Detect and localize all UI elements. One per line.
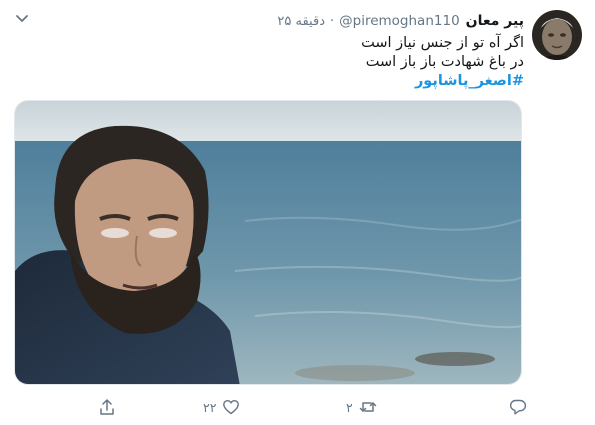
- tweet-text-line-2: در باغ شهادت باز باز است: [365, 54, 524, 70]
- tweet-text-line-1: اگر آه تو از جنس نیاز است: [361, 35, 524, 51]
- share-icon: [100, 399, 114, 415]
- retweet-button[interactable]: ۲: [346, 395, 377, 419]
- author-avatar[interactable]: [532, 10, 582, 60]
- header-separator: ·: [330, 13, 335, 29]
- tweet-card: ۲۵ دقیقه · @piremoghan110 پیر معان اگر آ…: [0, 0, 595, 425]
- heart-icon: [223, 400, 240, 415]
- tweet-timestamp[interactable]: ۲۵ دقیقه: [277, 14, 325, 29]
- share-button[interactable]: [98, 395, 116, 419]
- tweet-text: اگر آه تو از جنس نیاز است در باغ شهادت ب…: [84, 34, 524, 91]
- avatar-image: [532, 10, 582, 60]
- tweet-actions: ۲۲ ۲: [0, 393, 595, 421]
- photo-man-by-sea: [15, 101, 521, 384]
- hashtag-link[interactable]: #اصغر_پاشاپور: [84, 72, 524, 91]
- reply-button[interactable]: [503, 395, 527, 419]
- retweet-icon: [359, 402, 376, 412]
- like-button[interactable]: ۲۲: [203, 395, 240, 419]
- author-name[interactable]: پیر معان: [466, 13, 524, 29]
- author-handle[interactable]: @piremoghan110: [339, 13, 460, 29]
- tweet-photo[interactable]: [14, 100, 522, 385]
- like-count: ۲۲: [203, 399, 217, 415]
- retweet-count: ۲: [346, 399, 353, 415]
- tweet-header: ۲۵ دقیقه · @piremoghan110 پیر معان: [277, 10, 524, 32]
- tweet-menu-button[interactable]: [12, 8, 32, 28]
- reply-icon: [509, 399, 527, 415]
- chevron-down-icon: [16, 15, 28, 22]
